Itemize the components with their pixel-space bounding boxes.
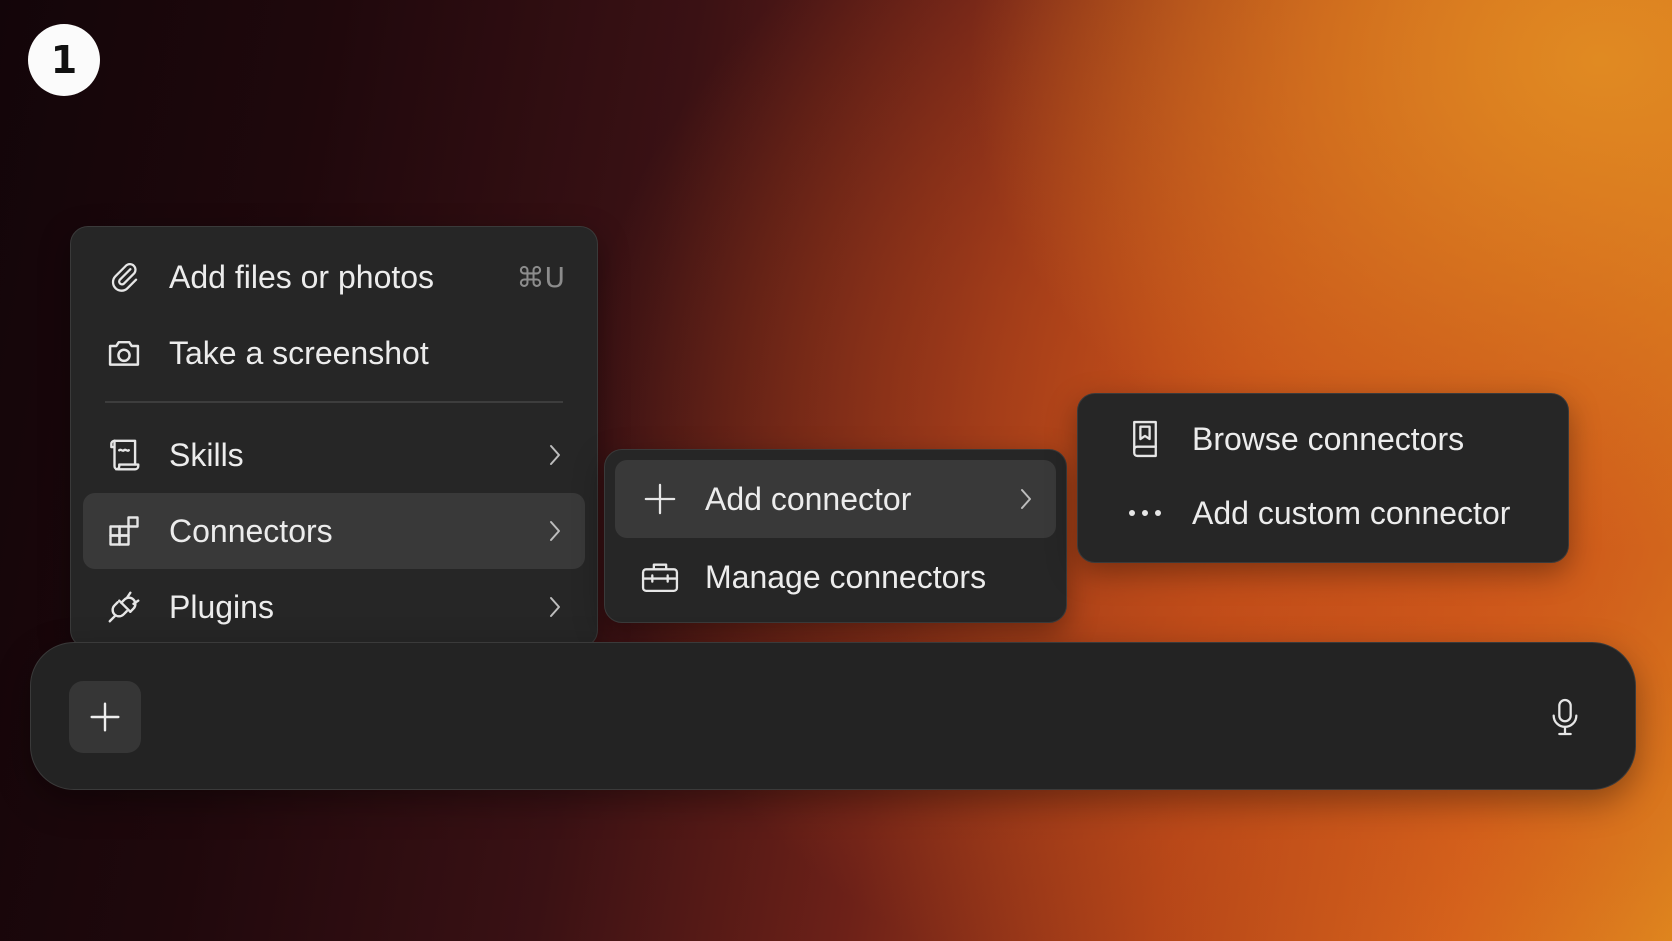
menu-item-label: Manage connectors (705, 558, 987, 595)
plus-icon (89, 701, 121, 733)
camera-icon (103, 332, 145, 374)
menu-item-label: Add files or photos (169, 258, 435, 295)
step-number-badge: 1 (28, 24, 100, 96)
plus-icon (639, 478, 681, 520)
attach-menu: Add files or photos ⌘U Take a screenshot… (70, 226, 598, 648)
toolbox-icon (639, 556, 681, 598)
menu-item-label: Plugins (169, 588, 274, 625)
menu-item-plugins[interactable]: Plugins (83, 569, 585, 645)
menu-item-skills[interactable]: Skills (83, 417, 585, 493)
menu-item-label: Browse connectors (1192, 420, 1465, 457)
chevron-right-icon (1016, 485, 1036, 513)
menu-item-label: Add custom connector (1192, 494, 1511, 531)
scroll-icon (103, 434, 145, 476)
menu-item-browse-connectors[interactable]: Browse connectors (1088, 402, 1558, 476)
menu-item-add-files[interactable]: Add files or photos ⌘U (83, 239, 585, 315)
plug-icon (103, 586, 145, 628)
keyboard-shortcut: ⌘U (516, 260, 566, 294)
attach-button[interactable] (69, 681, 141, 753)
menu-item-label: Take a screenshot (169, 334, 429, 371)
chevron-right-icon (545, 593, 565, 621)
ellipsis-icon (1124, 492, 1166, 534)
paperclip-icon (103, 256, 145, 298)
voice-input-button[interactable] (1535, 687, 1595, 747)
menu-item-connectors[interactable]: Connectors (83, 493, 585, 569)
connectors-submenu: Add connector Manage connectors (604, 449, 1067, 623)
message-composer[interactable] (30, 642, 1636, 790)
add-connector-submenu: Browse connectors Add custom connector (1077, 393, 1569, 563)
chevron-right-icon (545, 517, 565, 545)
menu-divider (105, 401, 563, 403)
menu-item-add-custom-connector[interactable]: Add custom connector (1088, 476, 1558, 550)
chevron-right-icon (545, 441, 565, 469)
book-icon (1124, 418, 1166, 460)
menu-item-manage-connectors[interactable]: Manage connectors (615, 538, 1056, 616)
menu-item-take-screenshot[interactable]: Take a screenshot (83, 315, 585, 391)
menu-item-label: Skills (169, 436, 244, 473)
blocks-icon (103, 510, 145, 552)
menu-item-add-connector[interactable]: Add connector (615, 460, 1056, 538)
menu-item-label: Add connector (705, 480, 912, 517)
microphone-icon (1548, 697, 1582, 737)
menu-item-label: Connectors (169, 512, 333, 549)
